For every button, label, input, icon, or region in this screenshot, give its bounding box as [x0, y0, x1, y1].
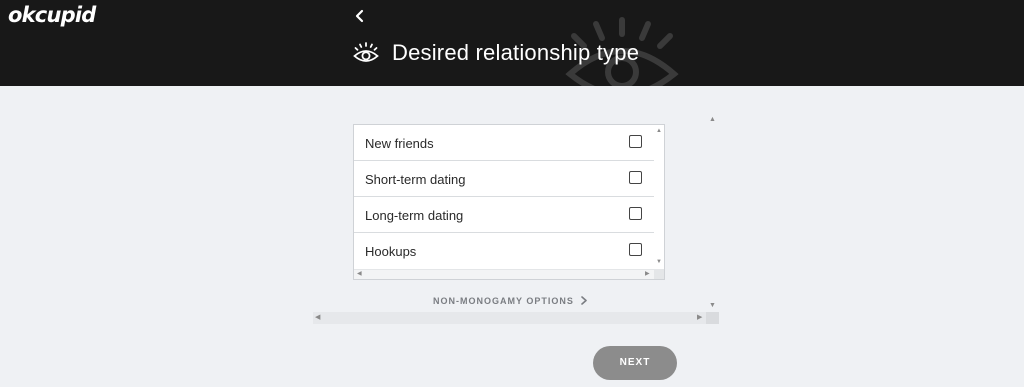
scroll-right-arrow-icon[interactable]: ▶ — [697, 314, 702, 321]
list-scrollbar-corner — [654, 269, 664, 279]
option-checkbox[interactable] — [629, 243, 642, 256]
non-monogamy-options-link[interactable]: NON-MONOGAMY OPTIONS — [433, 296, 588, 306]
top-bar: okcupid Desired relationship type — [0, 0, 1024, 86]
option-new-friends[interactable]: New friends — [354, 125, 654, 161]
relationship-type-list: New friends Short-term dating Long-term … — [353, 124, 665, 280]
list-horizontal-scrollbar[interactable]: ◀ ▶ — [354, 269, 654, 279]
scroll-left-arrow-icon[interactable]: ◀ — [315, 314, 320, 321]
scroll-up-arrow-icon[interactable]: ▲ — [709, 116, 716, 123]
scroll-up-arrow-icon[interactable]: ▲ — [656, 128, 662, 135]
option-label: Long-term dating — [365, 208, 464, 223]
option-label: New friends — [365, 136, 434, 151]
non-monogamy-link-label: NON-MONOGAMY OPTIONS — [433, 296, 574, 306]
option-hookups[interactable]: Hookups — [354, 233, 654, 269]
list-vertical-scrollbar[interactable]: ▲ ▼ — [654, 125, 664, 269]
chevron-left-icon — [355, 9, 364, 23]
scroll-left-arrow-icon[interactable]: ◀ — [357, 271, 362, 278]
option-label: Hookups — [365, 244, 417, 259]
outer-horizontal-scrollbar[interactable]: ◀ ▶ — [313, 312, 706, 324]
scroll-right-arrow-icon[interactable]: ▶ — [645, 271, 650, 278]
scroll-down-arrow-icon[interactable]: ▼ — [656, 259, 662, 266]
option-checkbox[interactable] — [629, 207, 642, 220]
next-button[interactable]: NEXT — [593, 346, 677, 380]
option-checkbox[interactable] — [629, 135, 642, 148]
page-title: Desired relationship type — [392, 40, 640, 65]
option-short-term-dating[interactable]: Short-term dating — [354, 161, 654, 197]
eye-icon — [353, 42, 379, 62]
option-long-term-dating[interactable]: Long-term dating — [354, 197, 654, 233]
scrollbar-corner — [706, 312, 719, 324]
option-label: Short-term dating — [365, 172, 466, 187]
okcupid-logo[interactable]: okcupid — [8, 3, 96, 27]
scroll-down-arrow-icon[interactable]: ▼ — [709, 302, 716, 309]
outer-vertical-scrollbar[interactable]: ▲ ▼ — [706, 114, 719, 313]
back-button[interactable] — [352, 8, 368, 24]
chevron-right-icon — [581, 296, 588, 305]
option-checkbox[interactable] — [629, 171, 642, 184]
